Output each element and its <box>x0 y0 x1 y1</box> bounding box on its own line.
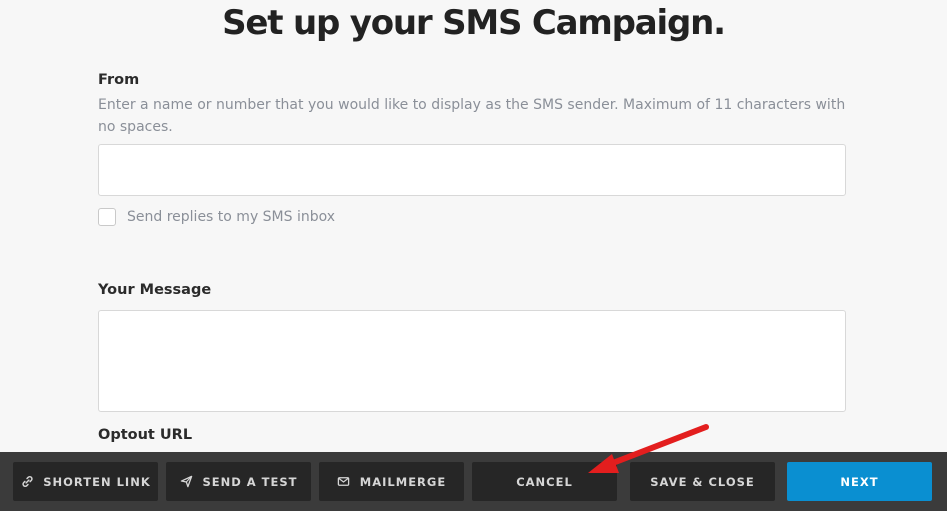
send-replies-checkbox[interactable] <box>98 208 116 226</box>
paper-plane-icon <box>179 475 193 489</box>
message-label: Your Message <box>98 282 212 298</box>
send-test-label: SEND A TEST <box>202 474 298 489</box>
link-icon <box>20 475 34 489</box>
save-close-label: SAVE & CLOSE <box>650 474 755 489</box>
send-replies-label: Send replies to my SMS inbox <box>127 209 336 225</box>
mailmerge-label: MAILMERGE <box>359 474 447 489</box>
optout-url-label: Optout URL <box>98 427 193 443</box>
envelope-icon <box>337 475 351 489</box>
from-help-text: Enter a name or number that you would li… <box>98 97 846 135</box>
cancel-button[interactable]: CANCEL <box>472 462 617 501</box>
next-button[interactable]: NEXT <box>787 462 932 501</box>
from-label: From <box>98 72 140 88</box>
from-input[interactable] <box>98 144 846 196</box>
save-close-button[interactable]: SAVE & CLOSE <box>630 462 775 501</box>
message-textarea[interactable] <box>98 310 846 412</box>
shorten-link-button[interactable]: SHORTEN LINK <box>13 462 158 501</box>
shorten-link-label: SHORTEN LINK <box>43 474 151 489</box>
cancel-label: CANCEL <box>516 474 573 489</box>
sms-campaign-setup-page: Set up your SMS Campaign. From Enter a n… <box>0 0 947 511</box>
page-title: Set up your SMS Campaign. <box>222 3 726 43</box>
footer-toolbar: SHORTEN LINK SEND A TEST MAILMERGE CANCE… <box>0 452 947 511</box>
send-test-button[interactable]: SEND A TEST <box>166 462 311 501</box>
send-replies-option[interactable]: Send replies to my SMS inbox <box>98 208 335 226</box>
next-label: NEXT <box>840 474 879 489</box>
mailmerge-button[interactable]: MAILMERGE <box>319 462 464 501</box>
